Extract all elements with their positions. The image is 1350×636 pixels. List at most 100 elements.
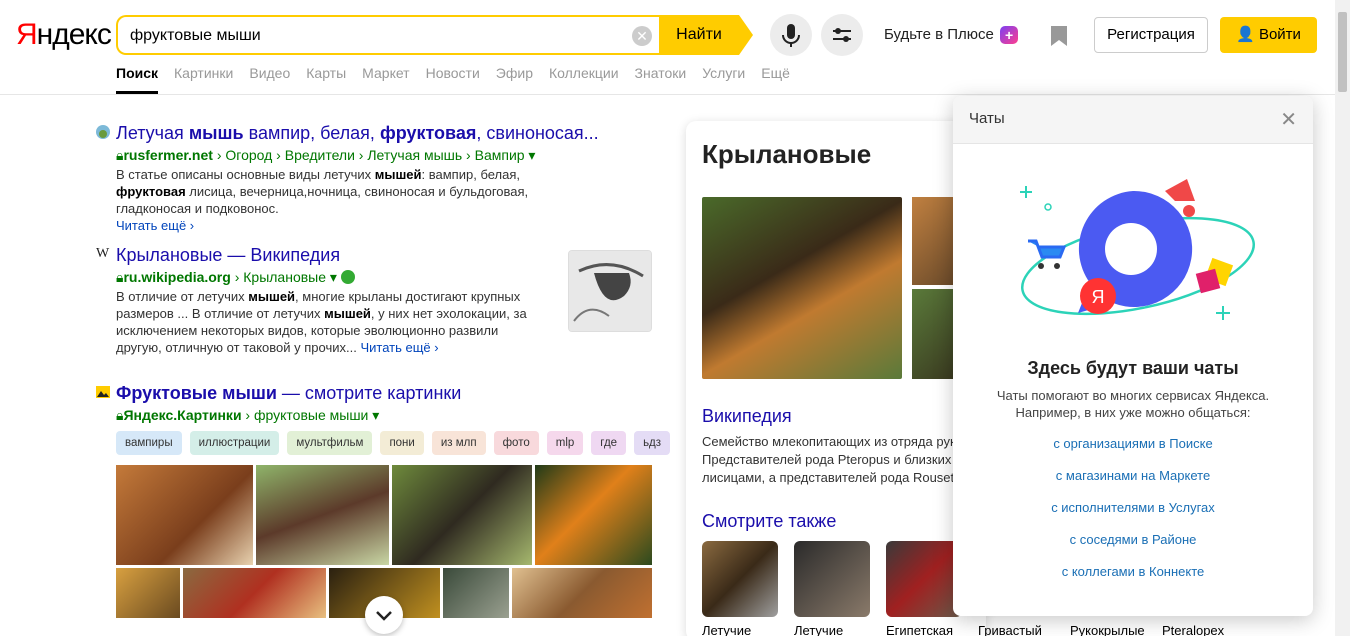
chats-link-district[interactable]: с соседями в Районе <box>953 532 1313 547</box>
tab-search[interactable]: Поиск <box>116 64 159 94</box>
knowledge-description: Семейство млекопитающих из отряда рук Пр… <box>702 433 954 487</box>
see-also-label[interactable]: Pteralopex <box>1162 623 1224 636</box>
image-thumbnail[interactable] <box>535 465 652 565</box>
desc-line: Представителей рода Pteropus и близких <box>702 452 952 467</box>
chats-header: Чаты ✕ <box>953 96 1313 144</box>
image-thumbnail[interactable] <box>116 465 253 565</box>
plus-icon: + <box>1000 26 1019 44</box>
images-favicon-icon <box>96 386 110 398</box>
tab-collections[interactable]: Коллекции <box>549 64 619 94</box>
wikipedia-icon: W <box>96 246 110 261</box>
result-title-link[interactable]: Фруктовые мыши — смотрите картинки <box>116 382 461 404</box>
logo-rest: ндекс <box>36 18 112 51</box>
read-more-link[interactable]: Читать ещё › <box>116 218 194 233</box>
see-also-heading[interactable]: Смотрите также <box>702 511 836 532</box>
see-also-label[interactable]: Рукокрылые <box>1070 623 1145 636</box>
see-also-image[interactable] <box>702 541 778 617</box>
site-favicon-icon <box>96 125 110 139</box>
tag-chip[interactable]: mlp <box>546 431 584 455</box>
chats-link-organizations[interactable]: с организациями в Поиске <box>953 436 1313 451</box>
image-thumbnail[interactable] <box>392 465 532 565</box>
logo-first-letter: Я <box>16 18 38 51</box>
tag-chip[interactable]: ьдз <box>634 431 671 455</box>
tab-znatoki[interactable]: Знатоки <box>635 64 687 94</box>
chats-heading: Здесь будут ваши чаты <box>1027 358 1239 378</box>
tag-chip[interactable]: где <box>591 431 627 455</box>
image-thumbnail[interactable] <box>512 568 652 618</box>
tab-news[interactable]: Новости <box>426 64 480 94</box>
register-button[interactable]: Регистрация <box>1094 17 1208 53</box>
knowledge-wiki-link[interactable]: Википедия <box>702 406 792 427</box>
bookmark-icon[interactable] <box>1050 26 1068 46</box>
chats-link-market[interactable]: с магазинами на Маркете <box>953 468 1313 483</box>
user-icon: 👤 <box>1236 26 1255 43</box>
desc-line: Семейство млекопитающих из отряда рук <box>702 434 954 449</box>
tab-efir[interactable]: Эфир <box>496 64 533 94</box>
tab-market[interactable]: Маркет <box>362 64 409 94</box>
tab-images[interactable]: Картинки <box>174 64 233 94</box>
yandex-logo[interactable]: Яндекс <box>16 18 112 52</box>
image-thumbnail[interactable] <box>256 465 389 565</box>
header-divider <box>0 94 1335 95</box>
result-url[interactable]: 🔒︎ru.wikipedia.org › Крылановые ▾ <box>116 268 355 286</box>
tag-chip[interactable]: иллюстрации <box>189 431 280 455</box>
desc-line: лисицами, а представителей рода Rousett <box>702 470 954 485</box>
search-button-arrow <box>739 15 753 55</box>
tab-maps[interactable]: Карты <box>306 64 346 94</box>
tab-services[interactable]: Услуги <box>702 64 745 94</box>
image-thumbnail[interactable] <box>443 568 509 618</box>
image-thumbnail[interactable] <box>183 568 326 618</box>
login-button[interactable]: 👤 Войти <box>1220 17 1317 53</box>
see-also-image[interactable] <box>886 541 962 617</box>
result-title-link[interactable]: Летучая мышь вампир, белая, фруктовая, с… <box>116 122 599 144</box>
chats-link-services[interactable]: с исполнителями в Услугах <box>953 500 1313 515</box>
image-tags: вампиры иллюстрации мультфильм пони из м… <box>116 431 671 455</box>
tag-chip[interactable]: пони <box>380 431 424 455</box>
knowledge-title: Крылановые <box>702 139 872 169</box>
search-form: ✕ Найти <box>116 15 753 55</box>
search-input[interactable] <box>130 24 610 48</box>
tag-chip[interactable]: мультфильм <box>287 431 373 455</box>
see-also-label[interactable]: Летучие <box>794 623 843 636</box>
result-thumbnail[interactable] <box>568 250 652 332</box>
knowledge-main-image[interactable] <box>702 197 902 379</box>
chats-link-connect[interactable]: с коллегами в Коннекте <box>953 564 1313 579</box>
tab-video[interactable]: Видео <box>249 64 290 94</box>
see-also-label[interactable]: Египетская <box>886 623 953 636</box>
voice-search-button[interactable] <box>770 14 812 56</box>
tab-more[interactable]: Ещё <box>761 64 790 94</box>
result-url[interactable]: 🔒︎rusfermer.net › Огород › Вредители › Л… <box>116 146 535 164</box>
search-result: Фруктовые мыши — смотрите картинки 🔒︎Янд… <box>96 382 656 424</box>
yandex-letter-icon: Я <box>1092 287 1105 307</box>
see-also-image[interactable] <box>794 541 870 617</box>
chats-illustration: Я <box>1020 179 1256 320</box>
chats-title: Чаты <box>969 110 1005 127</box>
page-scrollbar[interactable] <box>1335 0 1350 636</box>
result-url[interactable]: 🔒︎Яндекс.Картинки › фруктовые мыши ▾ <box>116 406 379 424</box>
close-icon[interactable]: ✕ <box>1280 110 1297 130</box>
clear-icon[interactable]: ✕ <box>632 26 652 46</box>
knowledge-image[interactable] <box>912 289 954 379</box>
search-button[interactable]: Найти <box>659 15 739 55</box>
scrollbar-thumb[interactable] <box>1338 12 1347 92</box>
search-box[interactable]: ✕ <box>116 15 661 55</box>
read-more-link[interactable]: Читать ещё › <box>360 340 438 355</box>
tag-chip[interactable]: вампиры <box>116 431 182 455</box>
knowledge-image[interactable] <box>912 197 954 285</box>
chevron-down-icon <box>376 611 392 621</box>
result-snippet: В отличие от летучих мышей, многие крыла… <box>116 289 527 355</box>
see-also-label[interactable]: Гривастый <box>978 623 1042 636</box>
result-title-link[interactable]: Крылановые — Википедия <box>116 244 340 266</box>
sliders-icon <box>833 28 851 42</box>
result-snippet: В статье описаны основные виды летучих м… <box>116 167 529 233</box>
tag-chip[interactable]: из млп <box>431 431 486 455</box>
quality-badge-icon <box>340 270 355 284</box>
image-thumbnail[interactable] <box>116 568 180 618</box>
filters-button[interactable] <box>821 14 863 56</box>
see-also-label[interactable]: Летучие <box>702 623 751 636</box>
tag-chip[interactable]: фото <box>493 431 539 455</box>
plus-promo[interactable]: Будьте в Плюсе + <box>884 26 1019 44</box>
scroll-down-button[interactable] <box>365 596 403 634</box>
plus-promo-text: Будьте в Плюсе <box>884 26 994 43</box>
login-label: Войти <box>1258 26 1301 43</box>
